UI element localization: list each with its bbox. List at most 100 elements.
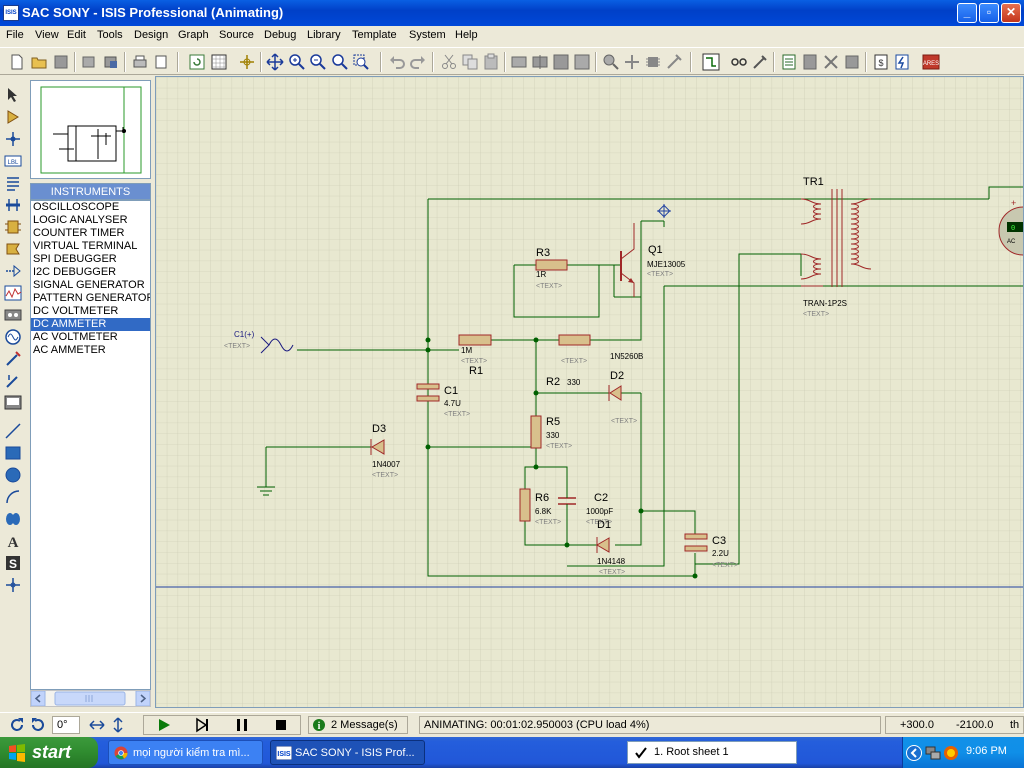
search-tag-icon[interactable] — [730, 53, 748, 71]
junction-dot-icon[interactable] — [4, 130, 22, 148]
list-item-selected[interactable]: DC AMMETER — [31, 318, 150, 331]
selection-mode-icon[interactable] — [4, 86, 22, 104]
wire-autorouter-icon[interactable] — [702, 53, 720, 71]
current-probe-icon[interactable] — [4, 372, 22, 390]
close-button[interactable]: ✕ — [1001, 3, 1021, 23]
print-area-icon[interactable] — [152, 53, 170, 71]
new-sheet-icon[interactable] — [780, 53, 798, 71]
open-folder-icon[interactable] — [30, 53, 48, 71]
menu-file[interactable]: File — [4, 28, 26, 42]
block-delete-icon[interactable] — [573, 53, 591, 71]
wire-label-icon[interactable]: LBL — [4, 152, 22, 170]
rotate-clockwise-icon[interactable] — [8, 716, 26, 734]
rotation-angle-field[interactable]: 0° — [52, 716, 80, 734]
subcircuit-icon[interactable] — [4, 218, 22, 236]
pause-button[interactable] — [225, 716, 259, 734]
title-bar[interactable]: ISIS SAC SONY - ISIS Professional (Anima… — [0, 0, 1024, 26]
print-icon[interactable] — [131, 53, 149, 71]
marker-tool-icon[interactable] — [4, 576, 22, 594]
box-tool-icon[interactable] — [4, 444, 22, 462]
refresh-icon[interactable] — [188, 53, 206, 71]
redo-icon[interactable] — [409, 53, 427, 71]
paste-icon[interactable] — [482, 53, 500, 71]
step-button[interactable] — [186, 716, 220, 734]
netlist-to-ares-icon[interactable]: ARES — [922, 53, 940, 71]
virtual-instruments-icon[interactable] — [4, 394, 22, 412]
minimize-button[interactable]: _ — [957, 3, 977, 23]
schematic-canvas[interactable]: C1(+) <TEXT> 1M <TEXT> R1 <TEXT> 1N5260B… — [155, 76, 1024, 708]
list-item[interactable]: AC VOLTMETER — [31, 331, 150, 344]
menu-debug[interactable]: Debug — [262, 28, 298, 42]
overview-window[interactable] — [30, 80, 151, 179]
block-rotate-icon[interactable] — [552, 53, 570, 71]
exit-parent-icon[interactable] — [822, 53, 840, 71]
undo-icon[interactable] — [388, 53, 406, 71]
remove-sheet-icon[interactable] — [801, 53, 819, 71]
list-item[interactable]: DC VOLTMETER — [31, 305, 150, 318]
bill-of-materials-icon[interactable]: $ — [872, 53, 890, 71]
decompose-icon[interactable] — [665, 53, 683, 71]
instruments-list[interactable]: OSCILLOSCOPE LOGIC ANALYSER COUNTER TIME… — [30, 200, 151, 690]
device-pins-icon[interactable] — [4, 262, 22, 280]
menu-source[interactable]: Source — [217, 28, 256, 42]
path-tool-icon[interactable] — [4, 510, 22, 528]
generator-mode-icon[interactable] — [4, 328, 22, 346]
list-item[interactable]: I2C DEBUGGER — [31, 266, 150, 279]
export-icon[interactable] — [102, 53, 120, 71]
stop-button[interactable] — [264, 716, 298, 734]
copy-icon[interactable] — [461, 53, 479, 71]
rotate-anticlockwise-icon[interactable] — [29, 716, 47, 734]
menu-library[interactable]: Library — [305, 28, 343, 42]
grid-icon[interactable] — [210, 53, 228, 71]
list-item[interactable]: PATTERN GENERATOR — [31, 292, 150, 305]
voltage-probe-icon[interactable] — [4, 350, 22, 368]
instruments-header[interactable]: INSTRUMENTS — [30, 183, 151, 200]
save-icon[interactable] — [52, 53, 70, 71]
root-sheet-dropdown[interactable]: 1. Root sheet 1 — [627, 741, 797, 764]
bus-icon[interactable] — [4, 196, 22, 214]
terminals-mode-icon[interactable] — [4, 240, 22, 258]
text-script-icon[interactable] — [4, 174, 22, 192]
menu-graph[interactable]: Graph — [176, 28, 211, 42]
circle-tool-icon[interactable] — [4, 466, 22, 484]
zoom-out-icon[interactable] — [309, 53, 327, 71]
arc-tool-icon[interactable] — [4, 488, 22, 506]
app-icon[interactable]: ISIS — [3, 5, 19, 21]
origin-icon[interactable] — [238, 53, 256, 71]
text-tool-icon[interactable]: A — [4, 532, 22, 551]
tape-recorder-icon[interactable] — [4, 306, 22, 324]
list-item[interactable]: OSCILLOSCOPE — [31, 201, 150, 214]
zoom-all-icon[interactable] — [331, 53, 349, 71]
taskbar-item-isis[interactable]: ISIS SAC SONY - ISIS Prof... — [270, 740, 425, 765]
block-move-icon[interactable] — [531, 53, 549, 71]
zoom-in-icon[interactable] — [288, 53, 306, 71]
make-device-icon[interactable] — [623, 53, 641, 71]
import-icon[interactable] — [80, 53, 98, 71]
mirror-horizontal-icon[interactable] — [88, 716, 106, 734]
clock[interactable]: 9:06 PM — [966, 745, 1007, 757]
cut-icon[interactable] — [440, 53, 458, 71]
new-file-icon[interactable] — [8, 53, 26, 71]
mirror-vertical-icon[interactable] — [109, 716, 127, 734]
menu-tools[interactable]: Tools — [95, 28, 125, 42]
list-item[interactable]: SPI DEBUGGER — [31, 253, 150, 266]
symbol-tool-icon[interactable]: S — [4, 554, 22, 572]
graph-mode-icon[interactable] — [4, 284, 22, 302]
play-button[interactable] — [147, 716, 181, 734]
zoom-child-icon[interactable] — [843, 53, 861, 71]
maximize-button[interactable]: ▫ — [979, 3, 999, 23]
block-copy-icon[interactable] — [510, 53, 528, 71]
firefox-tray-icon[interactable] — [943, 745, 959, 761]
property-tool-icon[interactable] — [751, 53, 769, 71]
menu-design[interactable]: Design — [132, 28, 170, 42]
list-item[interactable]: SIGNAL GENERATOR — [31, 279, 150, 292]
menu-template[interactable]: Template — [350, 28, 399, 42]
menu-help[interactable]: Help — [453, 28, 480, 42]
component-mode-icon[interactable] — [4, 108, 22, 126]
pan-icon[interactable] — [266, 53, 284, 71]
messages-field[interactable]: i 2 Message(s) — [308, 716, 408, 734]
list-item[interactable]: LOGIC ANALYSER — [31, 214, 150, 227]
taskbar-item-chrome[interactable]: mọi người kiểm tra mì... — [108, 740, 263, 765]
list-item[interactable]: AC AMMETER — [31, 344, 150, 357]
start-button[interactable]: start — [0, 737, 98, 768]
